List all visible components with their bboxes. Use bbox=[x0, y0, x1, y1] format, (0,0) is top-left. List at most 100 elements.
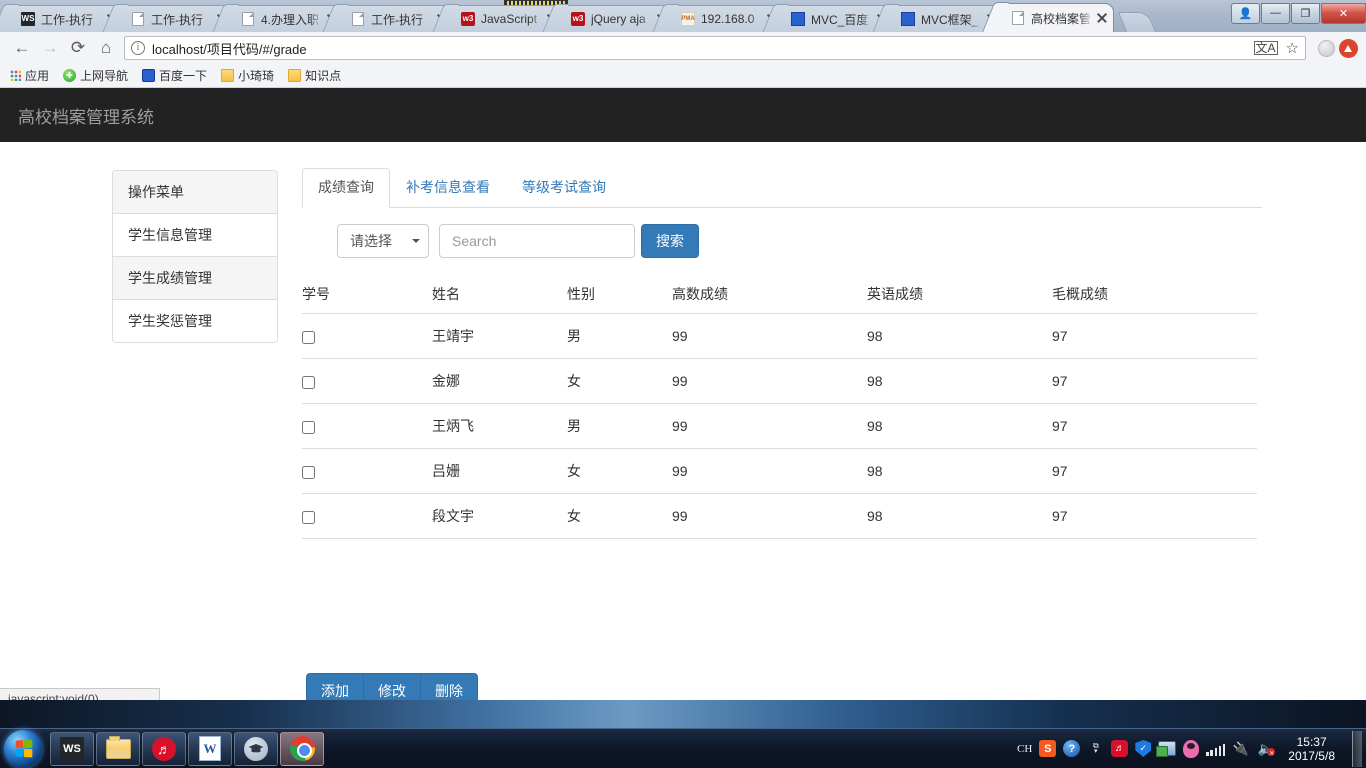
cell-math: 99 bbox=[672, 404, 867, 449]
ime-indicator[interactable]: CH bbox=[1017, 743, 1032, 755]
tab-strip: WS 工作-执行 工作-执行 4.办理入职 工作-执行 w3 JavaScrip… bbox=[0, 0, 1366, 32]
sidebar-item-student-grades[interactable]: 学生成绩管理 bbox=[113, 257, 277, 300]
bookmark-apps[interactable]: 应用 bbox=[10, 67, 49, 84]
baidu-icon: 🐾 bbox=[790, 11, 806, 27]
system-tray: CH S ? ⧉▾ ♬ ✓ 🔌 🔈 15:37 2017/5/8 bbox=[1017, 731, 1366, 767]
document-icon bbox=[240, 11, 256, 27]
cell-english: 98 bbox=[867, 404, 1052, 449]
word-document-icon: W bbox=[199, 736, 221, 761]
tab-level-exam[interactable]: 等级考试查询 bbox=[506, 168, 622, 208]
w3school-icon: w3 bbox=[460, 11, 476, 27]
close-icon[interactable] bbox=[1095, 11, 1109, 25]
back-icon[interactable]: ← bbox=[8, 34, 36, 62]
search-button[interactable]: 搜索 bbox=[641, 224, 699, 258]
bookmark-label: 百度一下 bbox=[159, 67, 207, 84]
sidebar-item-student-info[interactable]: 学生信息管理 bbox=[113, 214, 277, 257]
column-header-english: 英语成绩 bbox=[867, 276, 1052, 314]
power-plug-icon[interactable]: 🔌 bbox=[1232, 740, 1249, 757]
table-row: 王靖宇 男 99 98 97 bbox=[302, 314, 1257, 359]
bookmark-star-icon[interactable]: ☆ bbox=[1286, 39, 1299, 57]
row-checkbox-cell bbox=[302, 494, 432, 539]
row-checkbox[interactable] bbox=[302, 331, 315, 344]
volume-muted-icon[interactable]: 🔈 bbox=[1256, 740, 1275, 757]
qq-penguin-icon[interactable] bbox=[1183, 740, 1199, 758]
cell-politics: 97 bbox=[1052, 359, 1257, 404]
column-header-gender: 性别 bbox=[567, 276, 672, 314]
taskbar-chrome[interactable] bbox=[280, 732, 324, 766]
cell-english: 98 bbox=[867, 359, 1052, 404]
avatar[interactable] bbox=[1318, 40, 1335, 57]
home-icon[interactable]: ⌂ bbox=[92, 34, 120, 62]
column-header-name: 姓名 bbox=[432, 276, 567, 314]
row-checkbox[interactable] bbox=[302, 421, 315, 434]
app-navbar: 高校档案管理系统 bbox=[0, 88, 1366, 142]
search-field-select[interactable]: 请选择 bbox=[337, 224, 429, 258]
bookmark-baidu[interactable]: 🐾 百度一下 bbox=[142, 67, 207, 84]
w3school-icon: w3 bbox=[570, 11, 586, 27]
restore-button[interactable]: ❐ bbox=[1291, 3, 1320, 24]
taskbar-webstorm[interactable]: WS bbox=[50, 732, 94, 766]
translate-icon[interactable]: 文A bbox=[1254, 41, 1278, 55]
taskbar-word[interactable]: W bbox=[188, 732, 232, 766]
reload-icon[interactable]: ⟳ bbox=[64, 34, 92, 62]
forward-icon[interactable]: → bbox=[36, 34, 64, 62]
tab-resit-info[interactable]: 补考信息查看 bbox=[390, 168, 506, 208]
window-close-button[interactable]: ✕ bbox=[1321, 3, 1366, 24]
sogou-input-icon[interactable]: S bbox=[1039, 740, 1056, 757]
bookmark-label: 上网导航 bbox=[80, 67, 128, 84]
row-checkbox-cell bbox=[302, 449, 432, 494]
bookmark-navigation[interactable]: ✚ 上网导航 bbox=[63, 67, 128, 84]
cell-politics: 97 bbox=[1052, 314, 1257, 359]
signal-strength-icon[interactable] bbox=[1206, 742, 1225, 756]
tab-grade-query[interactable]: 成绩查询 bbox=[302, 168, 390, 208]
cell-english: 98 bbox=[867, 314, 1052, 359]
taskbar-graduation-app[interactable] bbox=[234, 732, 278, 766]
search-input[interactable] bbox=[439, 224, 635, 258]
sidebar-item-student-rewards[interactable]: 学生奖惩管理 bbox=[113, 300, 277, 342]
user-profile-button[interactable]: 👤 bbox=[1231, 3, 1260, 24]
address-bar[interactable]: i localhost/项目代码/#/grade 文A ☆ bbox=[124, 36, 1306, 60]
site-info-icon[interactable]: i bbox=[131, 41, 145, 55]
tab-title: JavaScript bbox=[481, 12, 543, 26]
row-checkbox[interactable] bbox=[302, 376, 315, 389]
content-tabs: 成绩查询 补考信息查看 等级考试查询 bbox=[302, 170, 1262, 208]
column-header-math: 高数成绩 bbox=[672, 276, 867, 314]
browser-window: WS 工作-执行 工作-执行 4.办理入职 工作-执行 w3 JavaScrip… bbox=[0, 0, 1366, 768]
chrome-menu-icon[interactable] bbox=[1339, 39, 1358, 58]
taskbar-clock[interactable]: 15:37 2017/5/8 bbox=[1282, 735, 1341, 763]
security-shield-icon[interactable]: ✓ bbox=[1135, 740, 1151, 757]
cell-politics: 97 bbox=[1052, 494, 1257, 539]
taskbar-file-explorer[interactable] bbox=[96, 732, 140, 766]
show-hidden-icons-chevron-icon[interactable]: ⧉▾ bbox=[1087, 740, 1104, 757]
windows-logo-icon bbox=[15, 739, 32, 757]
show-desktop-button[interactable] bbox=[1352, 731, 1362, 767]
chevron-down-icon bbox=[412, 239, 420, 243]
content-area: 操作菜单 学生信息管理 学生成绩管理 学生奖惩管理 成绩查询 补考信息查看 等级… bbox=[0, 142, 1366, 539]
chrome-icon bbox=[290, 736, 315, 761]
bookmark-label: 应用 bbox=[25, 67, 49, 84]
search-field-select-value: 请选择 bbox=[350, 231, 392, 251]
cell-gender: 女 bbox=[567, 449, 672, 494]
grades-table: 学号 姓名 性别 高数成绩 英语成绩 毛概成绩 王靖宇 男 bbox=[302, 276, 1257, 539]
taskbar-netease-music[interactable]: ♬ bbox=[142, 732, 186, 766]
search-toolbar: 请选择 搜索 bbox=[337, 224, 1262, 258]
help-icon[interactable]: ? bbox=[1063, 740, 1080, 757]
bookmark-folder-knowledge[interactable]: 知识点 bbox=[288, 67, 341, 84]
browser-tab-active[interactable]: 高校档案管 bbox=[996, 3, 1114, 32]
start-button-icon[interactable] bbox=[4, 730, 42, 768]
row-checkbox[interactable] bbox=[302, 511, 315, 524]
new-tab-button[interactable] bbox=[1118, 12, 1156, 32]
windows-taskbar: WS ♬ W bbox=[0, 728, 1366, 768]
minimize-button[interactable]: — bbox=[1261, 3, 1290, 24]
tab-title: 高校档案管 bbox=[1031, 10, 1093, 27]
row-checkbox[interactable] bbox=[302, 466, 315, 479]
graduation-cap-icon bbox=[244, 737, 268, 761]
netease-music-tray-icon[interactable]: ♬ bbox=[1111, 740, 1128, 757]
taskbar-apps: WS ♬ W bbox=[50, 732, 324, 766]
app-brand[interactable]: 高校档案管理系统 bbox=[18, 103, 154, 128]
cell-gender: 男 bbox=[567, 404, 672, 449]
network-monitor-icon[interactable] bbox=[1158, 741, 1176, 756]
bookmark-folder-xiaoqiqi[interactable]: 小琦琦 bbox=[221, 67, 274, 84]
clock-time: 15:37 bbox=[1288, 735, 1335, 749]
tab-title: MVC框架_ bbox=[921, 11, 983, 28]
